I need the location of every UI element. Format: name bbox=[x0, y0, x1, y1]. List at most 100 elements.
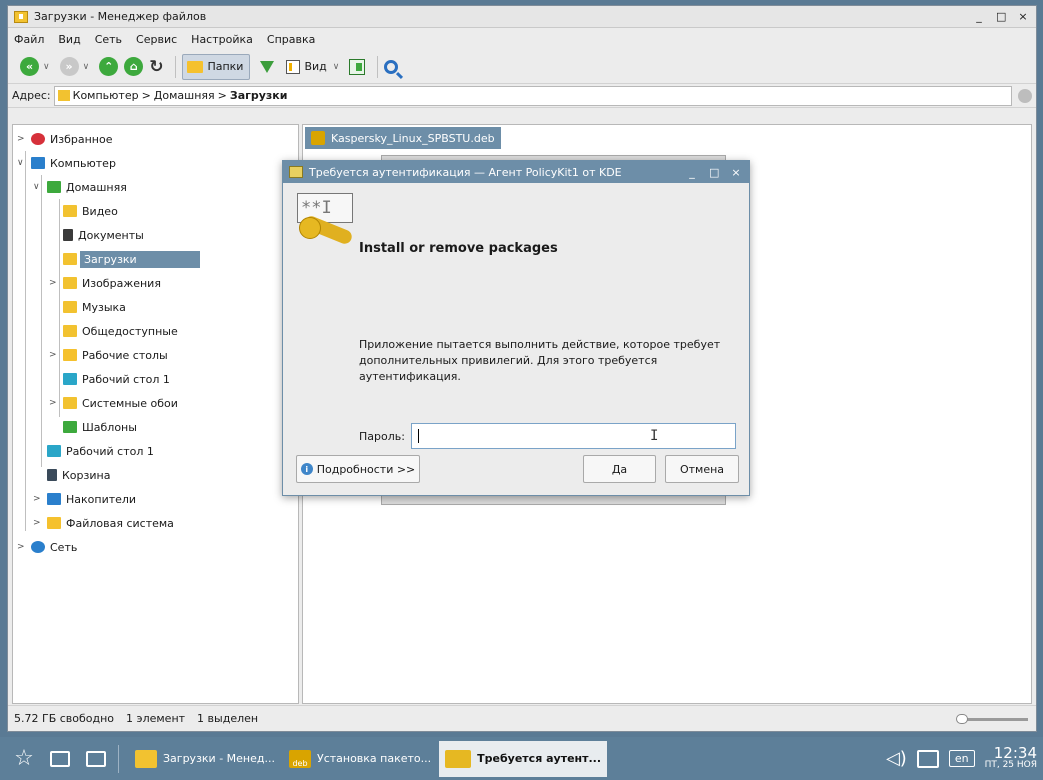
tree-item-desktop-1[interactable]: Рабочий стол 1 bbox=[63, 369, 170, 389]
task-package-installer[interactable]: deb Установка пакето... bbox=[283, 741, 437, 777]
tree-item-public[interactable]: Общедоступные bbox=[63, 321, 178, 341]
downloads-folder-icon bbox=[63, 253, 77, 265]
details-button[interactable]: i Подробности >> bbox=[296, 455, 420, 483]
tree-item-wallpapers[interactable]: > Системные обои bbox=[49, 393, 178, 413]
show-desktop-icon[interactable] bbox=[82, 745, 110, 773]
tree-item-drives[interactable]: > Накопители bbox=[33, 489, 136, 509]
tree-item-images[interactable]: > Изображения bbox=[49, 273, 161, 293]
expand-icon[interactable]: > bbox=[49, 350, 59, 360]
breadcrumb-separator: > bbox=[141, 89, 151, 102]
folders-button-label: Папки bbox=[207, 60, 244, 73]
filter-icon[interactable] bbox=[260, 60, 275, 73]
deb-package-icon: deb bbox=[288, 749, 311, 768]
tree-item-network[interactable]: > Сеть bbox=[17, 537, 77, 557]
menu-service[interactable]: Сервис bbox=[136, 33, 177, 46]
system-tray: ◁) en 12:34 ПТ, 25 НОЯ bbox=[886, 737, 1043, 780]
go-icon[interactable] bbox=[1018, 88, 1032, 103]
tree-item-home[interactable]: ∨ Домашняя bbox=[33, 177, 127, 197]
clock[interactable]: 12:34 ПТ, 25 НОЯ bbox=[984, 743, 1043, 771]
menu-settings[interactable]: Настройка bbox=[191, 33, 253, 46]
file-item-deb[interactable]: Kaspersky_Linux_SPBSTU.deb bbox=[305, 127, 501, 149]
expand-icon[interactable]: > bbox=[33, 494, 43, 504]
documents-folder-icon bbox=[63, 229, 73, 241]
music-folder-icon bbox=[63, 301, 77, 313]
tree-item-music[interactable]: Музыка bbox=[63, 297, 126, 317]
close-button[interactable]: × bbox=[1018, 10, 1028, 23]
tree-item-favorites[interactable]: > Избранное bbox=[17, 129, 112, 149]
view-button-label: Вид bbox=[304, 60, 327, 73]
task-auth-dialog[interactable]: Требуется аутент... bbox=[439, 740, 608, 777]
clock-time: 12:34 bbox=[993, 743, 1037, 762]
up-icon[interactable]: ⌃ bbox=[99, 57, 119, 76]
menu-network[interactable]: Сеть bbox=[95, 33, 122, 46]
expand-icon[interactable]: > bbox=[49, 278, 59, 288]
tree-item-filesystem[interactable]: > Файловая система bbox=[33, 513, 174, 533]
tree-item-documents[interactable]: Документы bbox=[63, 225, 144, 245]
breadcrumb-downloads[interactable]: Загрузки bbox=[230, 89, 288, 102]
tree-item-downloads[interactable]: Загрузки bbox=[63, 249, 200, 269]
tree-item-desktop-1-root[interactable]: Рабочий стол 1 bbox=[47, 441, 154, 461]
forward-icon[interactable]: » bbox=[59, 57, 79, 76]
volume-icon[interactable]: ◁) bbox=[886, 748, 907, 769]
reload-icon[interactable]: ↻ bbox=[149, 57, 163, 77]
file-name: Kaspersky_Linux_SPBSTU.deb bbox=[331, 131, 495, 145]
collapse-icon[interactable]: ∨ bbox=[33, 182, 43, 192]
menu-file[interactable]: Файл bbox=[14, 33, 44, 46]
forward-history-chevron-down-icon[interactable]: ∨ bbox=[83, 62, 90, 72]
wallpapers-folder-icon bbox=[63, 397, 77, 409]
trash-icon bbox=[47, 469, 57, 481]
split-view-icon[interactable] bbox=[349, 58, 366, 75]
folder-icon bbox=[47, 517, 61, 529]
address-field[interactable]: Компьютер > Домашняя > Загрузки bbox=[53, 85, 1012, 106]
dialog-maximize-button[interactable]: □ bbox=[709, 166, 719, 179]
breadcrumb-home[interactable]: Домашняя bbox=[154, 89, 215, 102]
expand-icon[interactable]: > bbox=[33, 518, 43, 528]
maximize-button[interactable]: □ bbox=[996, 10, 1006, 23]
back-history-chevron-down-icon[interactable]: ∨ bbox=[43, 62, 50, 72]
tree-item-trash[interactable]: Корзина bbox=[47, 465, 110, 485]
cancel-button[interactable]: Отмена bbox=[665, 455, 739, 483]
password-row: Пароль: I bbox=[359, 423, 736, 449]
dialog-titlebar[interactable]: Требуется аутентификация — Агент PolicyK… bbox=[283, 161, 749, 183]
expand-icon[interactable]: > bbox=[17, 134, 27, 144]
toolbar-separator bbox=[175, 55, 177, 78]
menu-view[interactable]: Вид bbox=[58, 33, 80, 46]
folders-button[interactable]: Папки bbox=[182, 53, 251, 80]
password-input[interactable]: I bbox=[410, 423, 736, 449]
minimize-button[interactable]: _ bbox=[974, 10, 984, 23]
tree-item-computer[interactable]: ∨ Компьютер bbox=[17, 153, 116, 173]
favorites-icon bbox=[31, 133, 45, 145]
expand-icon[interactable]: > bbox=[17, 542, 27, 552]
address-bar: Адрес: Компьютер > Домашняя > Загрузки bbox=[8, 84, 1036, 108]
task-file-manager[interactable]: Загрузки - Менед... bbox=[129, 741, 281, 777]
tree-item-templates[interactable]: Шаблоны bbox=[63, 417, 137, 437]
tree-item-desktops[interactable]: > Рабочие столы bbox=[49, 345, 168, 365]
view-button[interactable]: Вид ∨ bbox=[286, 54, 343, 80]
star-menu-icon[interactable]: ☆ bbox=[10, 745, 38, 773]
zoom-slider-handle[interactable] bbox=[956, 714, 968, 724]
computer-icon bbox=[31, 157, 45, 169]
menu-help[interactable]: Справка bbox=[267, 33, 315, 46]
home-icon[interactable]: ⌂ bbox=[124, 57, 144, 76]
ok-button[interactable]: Да bbox=[583, 455, 656, 483]
status-free-space: 5.72 ГБ свободно bbox=[14, 712, 115, 725]
zoom-slider[interactable] bbox=[956, 714, 1028, 724]
expand-icon[interactable]: > bbox=[49, 398, 59, 408]
window-switcher-icon[interactable] bbox=[46, 745, 74, 773]
folder-icon bbox=[187, 60, 204, 73]
search-icon[interactable] bbox=[384, 59, 399, 74]
window-title: Загрузки - Менеджер файлов bbox=[34, 10, 207, 23]
tree-item-video[interactable]: Видео bbox=[63, 201, 118, 221]
back-icon[interactable]: « bbox=[20, 57, 39, 76]
deb-package-icon bbox=[311, 131, 325, 145]
dialog-close-button[interactable]: × bbox=[731, 166, 741, 179]
breadcrumb-computer[interactable]: Компьютер bbox=[73, 89, 139, 102]
window-titlebar[interactable]: Загрузки - Менеджер файлов _ □ × bbox=[8, 6, 1036, 28]
network-icon[interactable] bbox=[916, 749, 939, 768]
clock-date: ПТ, 25 НОЯ bbox=[984, 759, 1037, 770]
info-icon: i bbox=[300, 463, 313, 475]
dialog-minimize-button[interactable]: _ bbox=[687, 166, 697, 179]
keyboard-layout-indicator[interactable]: en bbox=[948, 750, 975, 767]
dialog-title: Требуется аутентификация — Агент PolicyK… bbox=[309, 165, 622, 179]
collapse-icon[interactable]: ∨ bbox=[17, 158, 27, 168]
